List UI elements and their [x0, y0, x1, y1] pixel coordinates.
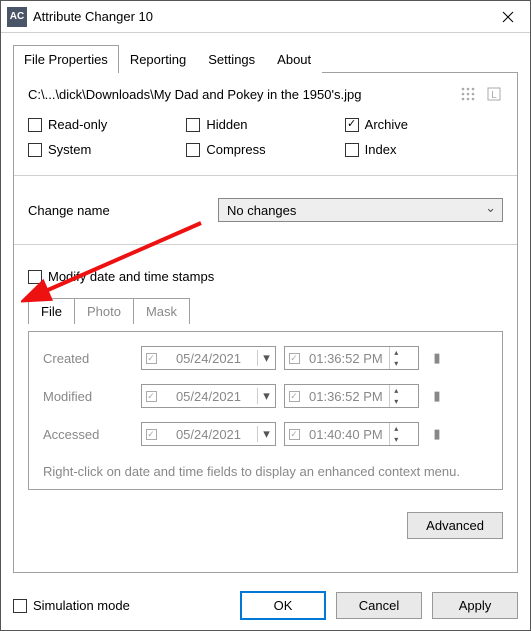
index-label: Index: [365, 142, 397, 157]
modified-date-input[interactable]: ✓ 05/24/2021 ▾: [141, 384, 276, 408]
change-name-label: Change name: [28, 203, 208, 218]
accessed-date-input[interactable]: ✓ 05/24/2021 ▾: [141, 422, 276, 446]
app-icon: AC: [7, 7, 27, 27]
compress-label: Compress: [206, 142, 265, 157]
timestamp-panel: Created ✓ 05/24/2021 ▾ ✓ 01:36:52 PM ▴▾ …: [28, 331, 503, 490]
modified-label: Modified: [43, 389, 133, 404]
accessed-time-input[interactable]: ✓ 01:40:40 PM ▴▾: [284, 422, 419, 446]
advanced-button[interactable]: Advanced: [407, 512, 503, 539]
accessed-date-value: 05/24/2021: [170, 427, 247, 442]
simulation-mode-label: Simulation mode: [33, 598, 130, 613]
close-button[interactable]: [485, 1, 530, 33]
subtab-mask[interactable]: Mask: [133, 298, 190, 324]
modified-time-input[interactable]: ✓ 01:36:52 PM ▴▾: [284, 384, 419, 408]
separator: [14, 175, 517, 176]
cancel-button[interactable]: Cancel: [336, 592, 422, 619]
chevron-down-icon: ▾: [257, 388, 275, 404]
change-name-select[interactable]: No changes: [218, 198, 503, 222]
context-menu-hint: Right-click on date and time fields to d…: [43, 460, 488, 479]
modified-time-value: 01:36:52 PM: [303, 389, 389, 404]
checkbox-archive[interactable]: Archive: [345, 117, 503, 132]
file-properties-panel: C:\...\dick\Downloads\My Dad and Pokey i…: [13, 73, 518, 573]
tab-about[interactable]: About: [266, 45, 322, 73]
modified-row: Modified ✓ 05/24/2021 ▾ ✓ 01:36:52 PM ▴▾…: [43, 384, 488, 408]
created-row: Created ✓ 05/24/2021 ▾ ✓ 01:36:52 PM ▴▾ …: [43, 346, 488, 370]
modified-reset-icon[interactable]: ▮: [427, 386, 447, 406]
ok-button[interactable]: OK: [240, 591, 326, 620]
accessed-time-value: 01:40:40 PM: [303, 427, 389, 442]
checkbox-hidden[interactable]: Hidden: [186, 117, 344, 132]
list-view-icon[interactable]: L: [485, 85, 503, 103]
apply-button[interactable]: Apply: [432, 592, 518, 619]
checkbox-index[interactable]: Index: [345, 142, 503, 157]
created-time-input[interactable]: ✓ 01:36:52 PM ▴▾: [284, 346, 419, 370]
titlebar: AC Attribute Changer 10: [1, 1, 530, 33]
timestamp-tabs: File Photo Mask: [28, 298, 503, 323]
main-tabs: File Properties Reporting Settings About: [13, 45, 518, 73]
created-time-value: 01:36:52 PM: [303, 351, 389, 366]
checkbox-simulation-mode[interactable]: Simulation mode: [13, 598, 130, 613]
hidden-label: Hidden: [206, 117, 247, 132]
subtab-file[interactable]: File: [28, 298, 75, 324]
close-icon: [502, 11, 514, 23]
system-label: System: [48, 142, 91, 157]
readonly-label: Read-only: [48, 117, 107, 132]
tab-file-properties[interactable]: File Properties: [13, 45, 119, 73]
created-date-input[interactable]: ✓ 05/24/2021 ▾: [141, 346, 276, 370]
modified-date-value: 05/24/2021: [170, 389, 247, 404]
app-window: AC Attribute Changer 10 File Properties …: [0, 0, 531, 631]
tab-reporting[interactable]: Reporting: [119, 45, 197, 73]
chevron-down-icon: ▾: [257, 426, 275, 442]
created-reset-icon[interactable]: ▮: [427, 348, 447, 368]
footer: Simulation mode OK Cancel Apply: [1, 581, 530, 630]
archive-label: Archive: [365, 117, 408, 132]
subtab-photo[interactable]: Photo: [74, 298, 134, 324]
modify-timestamps-label: Modify date and time stamps: [48, 269, 214, 284]
window-title: Attribute Changer 10: [33, 9, 485, 24]
accessed-row: Accessed ✓ 05/24/2021 ▾ ✓ 01:40:40 PM ▴▾…: [43, 422, 488, 446]
accessed-reset-icon[interactable]: ▮: [427, 424, 447, 444]
tab-settings[interactable]: Settings: [197, 45, 266, 73]
created-label: Created: [43, 351, 133, 366]
grid-view-icon[interactable]: [459, 85, 477, 103]
file-path-row: C:\...\dick\Downloads\My Dad and Pokey i…: [28, 85, 503, 103]
checkbox-readonly[interactable]: Read-only: [28, 117, 186, 132]
created-date-value: 05/24/2021: [170, 351, 247, 366]
body: File Properties Reporting Settings About…: [1, 33, 530, 581]
change-name-value: No changes: [227, 203, 296, 218]
attributes-grid: Read-only Hidden Archive System Compress…: [28, 117, 503, 157]
chevron-down-icon: ▾: [257, 350, 275, 366]
separator: [14, 244, 517, 245]
accessed-label: Accessed: [43, 427, 133, 442]
checkbox-modify-timestamps[interactable]: Modify date and time stamps: [28, 269, 503, 284]
svg-text:L: L: [491, 90, 497, 101]
advanced-row: Advanced: [28, 512, 503, 539]
checkbox-compress[interactable]: Compress: [186, 142, 344, 157]
change-name-row: Change name No changes: [28, 198, 503, 222]
file-path: C:\...\dick\Downloads\My Dad and Pokey i…: [28, 87, 451, 102]
checkbox-system[interactable]: System: [28, 142, 186, 157]
